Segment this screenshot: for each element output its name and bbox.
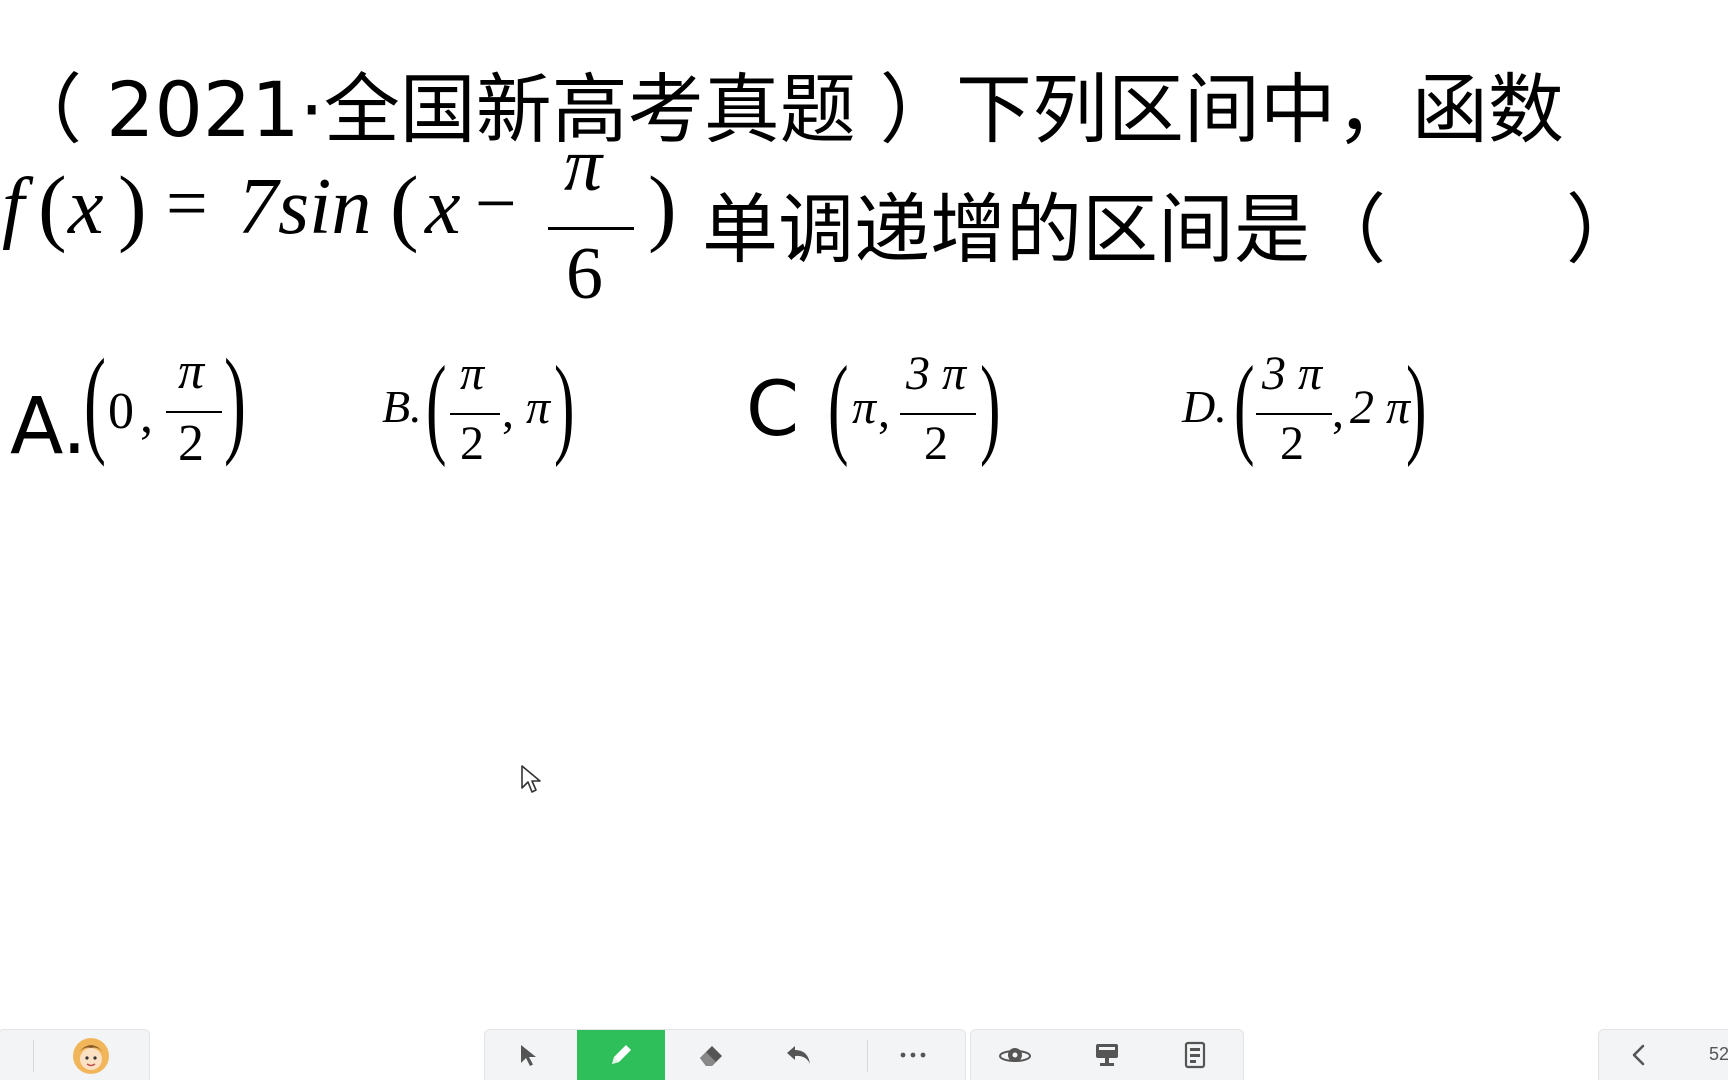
func-coef: 7 — [238, 163, 278, 251]
func-minus: − — [475, 163, 517, 245]
option-c-bar — [900, 413, 976, 415]
pointer-icon — [521, 1045, 536, 1066]
option-c-fraction: 3 π 2 — [900, 347, 976, 480]
func-fraction: π 6 — [548, 123, 634, 315]
func-eq: = — [166, 163, 208, 245]
option-b-label: B. — [382, 381, 422, 432]
frac-num: π — [564, 123, 603, 207]
option-a-close: ) — [224, 334, 246, 467]
option-c-den: 2 — [924, 417, 948, 470]
pointer-button[interactable] — [485, 1030, 573, 1080]
frac-den: 6 — [566, 233, 603, 315]
undo-icon — [787, 1046, 810, 1064]
more-icon — [900, 1052, 926, 1058]
spin-icon — [999, 1048, 1031, 1062]
frac-bar — [548, 227, 634, 230]
paren-close: ) — [118, 158, 147, 254]
paren-open-2: ( — [390, 158, 419, 254]
option-a[interactable]: A. ( 0 , π 2 ) — [0, 334, 280, 490]
option-b-fraction: π 2 — [450, 347, 500, 480]
option-c-comma: , — [878, 385, 890, 438]
toolbar-left-group — [0, 1029, 150, 1080]
toolbar-page-group: 52 — [1598, 1029, 1728, 1080]
paren-close-2: ) — [648, 158, 677, 254]
option-b-den: 2 — [460, 417, 484, 470]
more-button[interactable] — [869, 1030, 957, 1080]
mouse-cursor-icon — [521, 765, 541, 793]
toolbar-divider-2 — [867, 1040, 868, 1072]
spin-button[interactable] — [971, 1030, 1059, 1080]
option-a-fraction: π 2 — [166, 340, 222, 480]
option-b-bar — [450, 413, 500, 415]
option-d-bar — [1256, 413, 1332, 415]
toolbar-divider — [33, 1040, 34, 1072]
toolbar-tools-group — [484, 1029, 966, 1080]
option-d-den: 2 — [1280, 417, 1304, 470]
option-d-comma: , — [1332, 385, 1344, 438]
option-c-open: ( — [828, 344, 849, 468]
func-var: x — [425, 163, 461, 251]
func-name: sin — [278, 163, 372, 251]
avatar-icon — [73, 1038, 109, 1074]
option-b-comma: , — [502, 385, 514, 438]
option-b[interactable]: B. ( π 2 , π ) — [380, 344, 580, 480]
option-c-close: ) — [980, 344, 1001, 468]
option-d-close: ) — [1406, 344, 1427, 468]
option-d-fraction: 3 π 2 — [1256, 347, 1332, 480]
func-f: f — [2, 163, 25, 251]
presenter-icon — [1096, 1044, 1118, 1066]
option-c[interactable]: C ( π , 3 π 2 ) — [744, 344, 1014, 480]
pen-button[interactable] — [577, 1030, 665, 1080]
option-b-num: π — [460, 347, 485, 400]
option-b-second: π — [526, 381, 551, 434]
pen-icon — [612, 1045, 631, 1064]
option-a-label: A. — [10, 382, 87, 472]
option-a-den: 2 — [178, 415, 204, 472]
option-d[interactable]: D. ( 3 π 2 , 2 π ) — [1180, 344, 1440, 480]
eraser-button[interactable] — [667, 1030, 755, 1080]
avatar[interactable] — [71, 1036, 111, 1076]
option-a-first: 0 — [108, 383, 134, 440]
option-d-open: ( — [1234, 344, 1255, 468]
prev-icon — [1632, 1044, 1645, 1066]
option-c-first: π — [852, 381, 877, 434]
option-c-label: C — [746, 364, 800, 453]
eraser-icon — [700, 1046, 722, 1066]
option-d-label: D. — [1182, 381, 1227, 432]
question-line-2-text: 单调递增的区间是（ — [702, 185, 1386, 274]
option-c-num: 3 π — [906, 347, 967, 400]
option-b-close: ) — [554, 344, 575, 468]
page-number: 52 — [1709, 1044, 1728, 1064]
option-b-open: ( — [426, 344, 447, 468]
option-a-num: π — [178, 343, 205, 400]
undo-button[interactable] — [755, 1030, 843, 1080]
page-icon — [1184, 1041, 1206, 1069]
option-d-second: 2 π — [1350, 381, 1411, 434]
prev-page-button[interactable] — [1599, 1030, 1679, 1080]
option-a-comma: , — [140, 387, 153, 444]
paren-open: ( — [38, 158, 67, 254]
func-x: x — [68, 163, 104, 251]
toolbar-right-group — [970, 1029, 1244, 1080]
page-button[interactable] — [1151, 1030, 1239, 1080]
option-a-bar — [166, 411, 222, 413]
question-close-paren: ） — [1566, 185, 1642, 274]
option-a-open: ( — [84, 334, 106, 467]
question-line-2: f ( x ) = 7 sin ( x − π 6 ) 单调递增的区间是（ ） — [0, 123, 1728, 315]
presenter-button[interactable] — [1063, 1030, 1151, 1080]
option-d-num: 3 π — [1262, 347, 1323, 400]
